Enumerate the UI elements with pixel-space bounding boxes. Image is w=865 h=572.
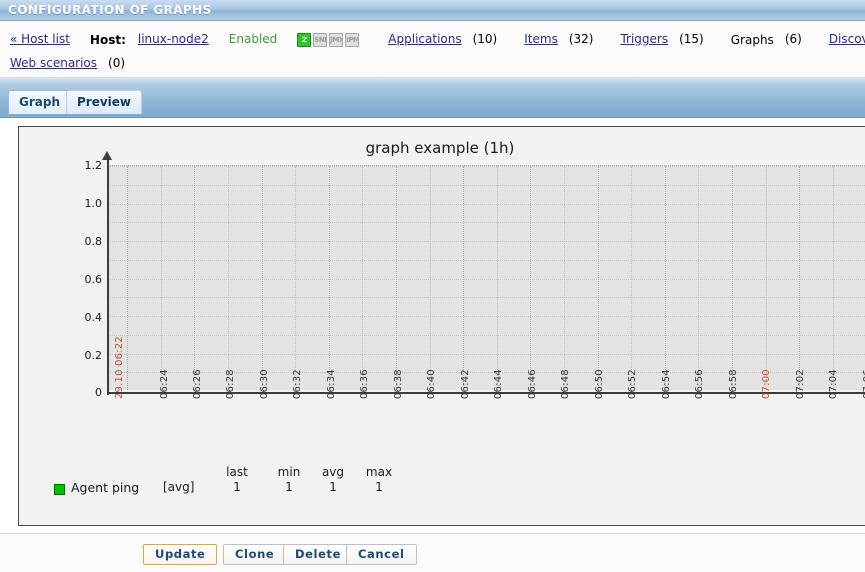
x-tick-label: 29.10 06:22 (114, 336, 125, 399)
tab-strip: Graph Preview (0, 78, 865, 201)
x-tick-label-highlight: 07:00 (761, 369, 772, 399)
x-tick-label: 06:40 (426, 369, 437, 399)
x-tick-label: 06:46 (527, 369, 538, 399)
zabbix-agent-icon[interactable]: Z (297, 33, 312, 47)
clone-button[interactable]: Clone (223, 544, 287, 565)
legend-header-last: last (226, 465, 248, 479)
host-list-link[interactable]: « Host list (10, 32, 70, 46)
interface-status-icons: ZSNMPJMXIPMI (297, 33, 361, 47)
x-tick-label: 06:52 (627, 369, 638, 399)
legend-header-max: max (365, 465, 393, 479)
y-axis-line (107, 159, 109, 395)
x-tick-label: 07:04 (828, 369, 839, 399)
page-title: CONFIGURATION OF GRAPHS (8, 3, 212, 17)
x-tick-label: 06:24 (159, 369, 170, 399)
y-tick-label: 0.8 (84, 235, 103, 248)
nav-link-items[interactable]: Items (524, 32, 558, 46)
y-tick-label: 1.2 (84, 159, 103, 172)
form-action-bar: Update Clone Delete Cancel (0, 533, 865, 572)
x-tick-label: 07:02 (795, 369, 806, 399)
graph-title: graph example (1h) (365, 139, 515, 157)
host-breadcrumb-bar: « Host list Host: linux-node2 Enabled ZS… (0, 21, 865, 78)
y-tick-label: 0.6 (84, 273, 103, 286)
x-tick-label: 06:44 (493, 369, 504, 399)
x-tick-label: 06:32 (292, 369, 303, 399)
update-button[interactable]: Update (143, 544, 218, 565)
graph-preview-content: graph example (1h) 1.2 1.0 0.8 0.6 0.4 0… (0, 118, 865, 533)
x-tick-label: 06:28 (225, 369, 236, 399)
page-root: CONFIGURATION OF GRAPHS « Host list Host… (0, 0, 865, 572)
nav-count-triggers: (15) (679, 32, 704, 46)
graph-image: graph example (1h) 1.2 1.0 0.8 0.6 0.4 0… (18, 126, 865, 526)
host-name-link[interactable]: linux-node2 (138, 32, 209, 46)
x-tick-label: 06:38 (393, 369, 404, 399)
y-axis-labels: 1.2 1.0 0.8 0.6 0.4 0.2 0 (19, 127, 103, 525)
x-tick-label: 06:36 (359, 369, 370, 399)
nav-count-web-scenarios: (0) (108, 56, 126, 70)
x-tick-label: 06:58 (728, 369, 739, 399)
x-tick-label: 06:30 (259, 369, 270, 399)
window-titlebar: CONFIGURATION OF GRAPHS (0, 0, 865, 21)
delete-button[interactable]: Delete (283, 544, 353, 565)
x-tick-label: 06:34 (326, 369, 337, 399)
nav-link-web-scenarios[interactable]: Web scenarios (10, 56, 97, 70)
jmx-icon[interactable]: JMX (329, 33, 344, 47)
nav-link-applications[interactable]: Applications (388, 32, 461, 46)
tab-graph[interactable]: Graph (8, 90, 71, 114)
cancel-button[interactable]: Cancel (346, 544, 417, 565)
legend-series-function: [avg] (163, 480, 195, 494)
tab-preview[interactable]: Preview (66, 90, 143, 114)
nav-link-discovery-rules[interactable]: Discovery rules (829, 32, 865, 46)
plot-area (108, 165, 865, 390)
breadcrumb-row-secondary: Web scenarios (0) (10, 56, 125, 71)
host-label: Host: (89, 33, 126, 47)
x-tick-label: 06:26 (192, 369, 203, 399)
x-tick-label: 06:56 (694, 369, 705, 399)
x-tick-label: 06:54 (661, 369, 672, 399)
x-tick-label: 06:50 (594, 369, 605, 399)
snmp-icon[interactable]: SNMP (313, 33, 328, 47)
y-tick-label: 1.0 (84, 197, 103, 210)
nav-count-applications: (10) (472, 32, 498, 46)
y-tick-label: 0.4 (84, 311, 103, 324)
legend-series-name: Agent ping (71, 480, 140, 495)
legend-value-max: 1 (375, 480, 383, 494)
legend-header-min: min (277, 465, 301, 479)
x-tick-label: 06:42 (460, 369, 471, 399)
y-tick-label: 0.2 (84, 349, 103, 362)
host-status: Enabled (228, 32, 278, 46)
x-axis-line (107, 392, 865, 394)
nav-link-triggers[interactable]: Triggers (620, 32, 668, 46)
x-tick-label: 06:48 (560, 369, 571, 399)
legend-color-swatch-icon (54, 484, 65, 495)
nav-link-graphs: Graphs (730, 33, 774, 47)
y-tick-label: 0 (95, 386, 102, 399)
ipmi-icon[interactable]: IPMI (345, 33, 360, 47)
nav-count-items: (32) (568, 32, 594, 46)
legend-header-avg: avg (321, 465, 345, 479)
nav-count-graphs: (6) (784, 32, 802, 46)
breadcrumb-row-primary: « Host list Host: linux-node2 Enabled ZS… (10, 32, 865, 47)
legend-value-last: 1 (233, 480, 241, 494)
legend-value-min: 1 (285, 480, 293, 494)
legend-value-avg: 1 (329, 480, 337, 494)
